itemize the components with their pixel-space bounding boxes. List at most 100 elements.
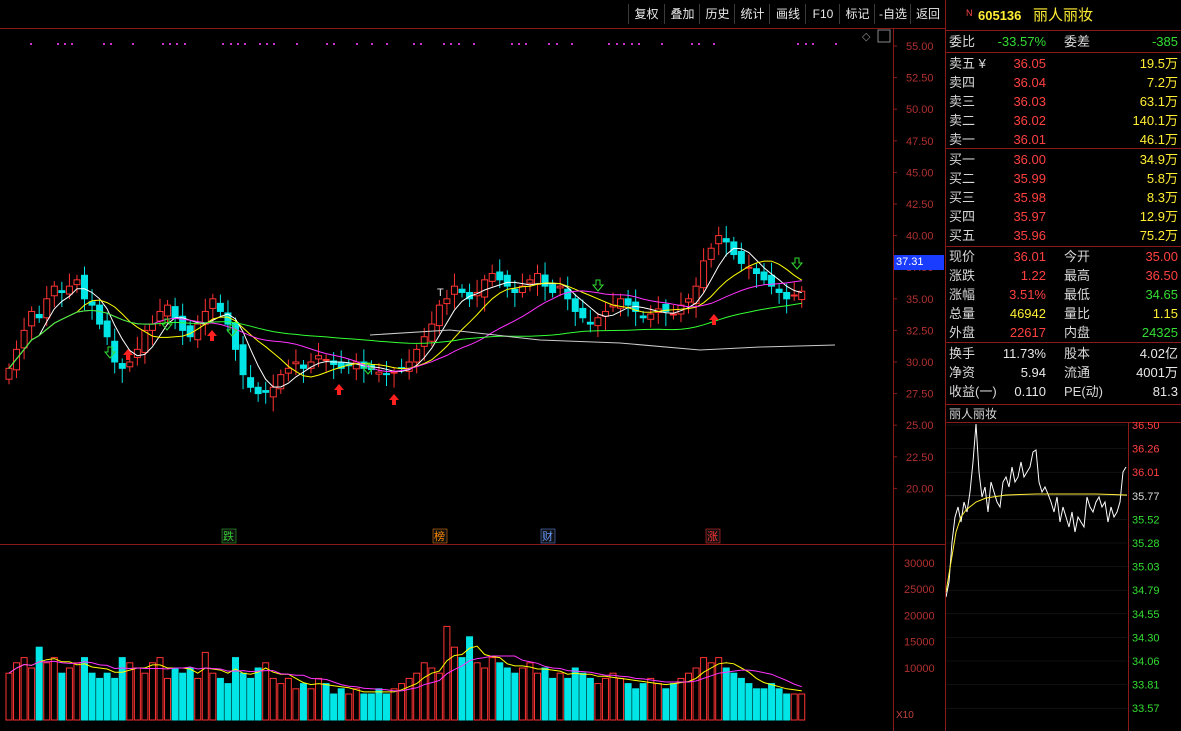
- candle-body: [737, 251, 745, 264]
- volume-bar: [164, 677, 172, 721]
- candle-body: [428, 323, 436, 342]
- event-marker[interactable]: 跌: [223, 529, 234, 543]
- volume-bar: [579, 672, 587, 721]
- quote-panel: N 605136 丽人丽妆 委比 -33.57% 委差 -385 卖五 ¥ 36.…: [945, 0, 1181, 731]
- volume-bar: [481, 667, 489, 721]
- signal-dot: [443, 43, 445, 45]
- toolbar-button-5[interactable]: F10: [805, 4, 840, 24]
- row-value: 1.22: [1020, 268, 1046, 283]
- candle-body: [481, 279, 489, 298]
- volume-bar: [239, 672, 247, 721]
- toolbar-button-0[interactable]: 复权: [628, 4, 664, 24]
- stat-row: 总量 46942 量比 1.15: [946, 304, 1181, 323]
- signal-dot: [222, 43, 224, 45]
- signal-dot: [184, 43, 186, 45]
- candle-body: [247, 377, 255, 388]
- signal-dot: [57, 43, 59, 45]
- volume-bar: [96, 677, 104, 721]
- volume-bar: [609, 672, 617, 721]
- candle-body: [496, 271, 504, 281]
- row-label: 卖五 ¥: [949, 56, 986, 71]
- volume-bar: [405, 677, 413, 721]
- buy-level-row: 买二 35.99 5.8万: [946, 169, 1181, 188]
- candle-body: [458, 288, 466, 293]
- volume-bar: [133, 667, 141, 721]
- signal-dot: [386, 43, 388, 45]
- buy-volume: 34.9万: [1139, 152, 1178, 167]
- buy-arrow-icon: [207, 330, 217, 341]
- signal-dot: [525, 43, 527, 45]
- volume-bar: [5, 672, 13, 721]
- volume-bar: [730, 672, 738, 721]
- buy-arrow-icon: [709, 314, 719, 325]
- intraday-axis-label: 34.06: [1132, 656, 1160, 668]
- row-value-2: 4.02亿: [1139, 346, 1178, 361]
- diamond-icon[interactable]: ◇: [862, 31, 871, 43]
- row-label: 外盘: [949, 325, 976, 340]
- row-value: 35.99: [1013, 171, 1046, 186]
- candle-body: [118, 363, 126, 369]
- volume-bar: [571, 667, 579, 721]
- toolbar-button-1[interactable]: 叠加: [664, 4, 700, 24]
- intraday-chart[interactable]: 36.50 36.26 36.01 35.77 35.52 35.28 35.03 34.79…: [946, 422, 1181, 731]
- volume-bar: [722, 667, 730, 721]
- candle-body: [65, 285, 73, 295]
- volume-bar: [367, 693, 375, 721]
- signal-dot: [420, 43, 422, 45]
- event-marker[interactable]: 涨: [707, 530, 718, 543]
- row-value: 5.94: [1020, 365, 1046, 380]
- volume-bar: [194, 677, 202, 721]
- row-label-2: 最低: [1064, 287, 1091, 302]
- price-axis-label: 27.50: [906, 389, 934, 401]
- signal-dot: [266, 43, 268, 45]
- row-value: 36.05: [1013, 56, 1046, 71]
- volume-bar: [58, 672, 66, 721]
- expand-icon[interactable]: [877, 29, 891, 43]
- toolbar-button-7[interactable]: -自选: [874, 4, 911, 24]
- toolbar-button-2[interactable]: 历史: [699, 4, 735, 24]
- row-value-2: 35.00: [1145, 249, 1178, 264]
- buy-arrow-icon: [334, 384, 344, 395]
- toolbar-button-8[interactable]: 返回: [910, 4, 945, 24]
- candle-body: [43, 298, 51, 319]
- volume-bar: [209, 672, 217, 721]
- row-value: 46942: [1009, 306, 1046, 321]
- signal-dot: [326, 43, 328, 45]
- intraday-axis-label: 34.30: [1132, 632, 1160, 644]
- volume-bar: [360, 693, 368, 721]
- buy-level-row: 买四 35.97 12.9万: [946, 207, 1181, 226]
- row-value: 36.03: [1013, 94, 1046, 109]
- signal-dot: [110, 43, 112, 45]
- candle-body: [556, 285, 564, 289]
- signal-dot: [608, 43, 610, 45]
- volume-bars: [5, 625, 806, 721]
- intraday-axis-label: 33.57: [1132, 703, 1160, 715]
- volume-bar: [428, 667, 436, 721]
- stat-row-2: 换手 11.73% 股本 4.02亿: [946, 344, 1181, 363]
- signal-dot: [698, 43, 700, 45]
- signal-dot: [230, 43, 232, 45]
- toolbar-button-3[interactable]: 统计: [734, 4, 770, 24]
- stock-header[interactable]: N 605136 丽人丽妆: [946, 6, 1181, 28]
- row-value: 36.02: [1013, 113, 1046, 128]
- candle-body: [209, 298, 217, 309]
- intraday-axis-label: 34.79: [1132, 585, 1160, 597]
- volume-bar: [760, 688, 768, 721]
- intraday-axis-label: 36.50: [1132, 422, 1160, 432]
- row-value: 22617: [1009, 325, 1046, 340]
- kline-chart[interactable]: ◇55.0052.5050.0047.5045.0042.5040.0037.5…: [0, 0, 945, 731]
- candle-body: [624, 298, 632, 306]
- candle-body: [571, 298, 579, 312]
- row-value-2: 24325: [1141, 325, 1178, 340]
- event-marker[interactable]: 财: [542, 529, 553, 543]
- toolbar-button-4[interactable]: 画线: [769, 4, 806, 24]
- candle-body: [148, 323, 156, 331]
- signal-dot: [371, 43, 373, 45]
- volume-bar: [352, 688, 360, 721]
- toolbar-button-6[interactable]: 标记: [839, 4, 875, 24]
- weibi-label: 委比: [949, 34, 976, 49]
- current-price-tag: 37.31: [894, 255, 944, 270]
- volume-bar: [262, 662, 270, 721]
- event-marker[interactable]: 榜: [434, 529, 445, 543]
- price-axis-label: 55.00: [906, 41, 934, 53]
